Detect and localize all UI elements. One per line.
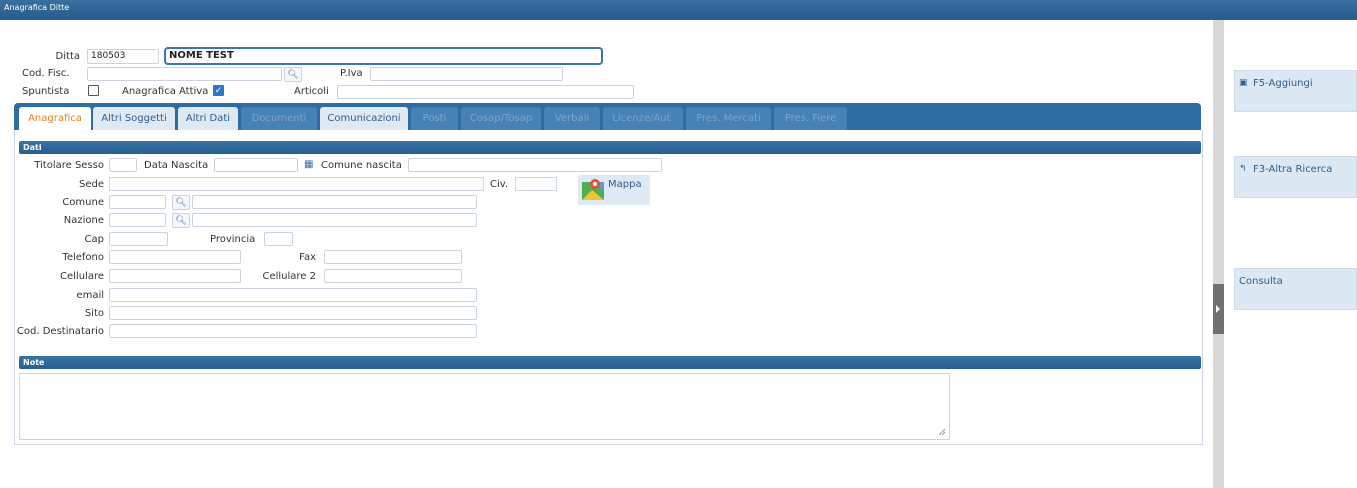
piva-field[interactable] (370, 67, 563, 81)
data-nascita-label: Data Nascita (144, 160, 209, 171)
dati-section-title: Dati (23, 143, 42, 152)
piva-label: P.Iva (340, 68, 363, 79)
tab-licenze-aut[interactable]: Licenze/Aut. (603, 107, 683, 130)
tab-comunicazioni[interactable]: Comunicazioni (320, 107, 408, 130)
dati-section-header: Dati (19, 141, 1201, 154)
spuntista-checkbox[interactable] (88, 85, 99, 96)
ditta-label: Ditta (55, 51, 80, 62)
tab-posti[interactable]: Posti (411, 107, 458, 130)
cellulare2-field[interactable] (324, 269, 462, 283)
sede-field[interactable] (109, 177, 484, 191)
codfisc-field[interactable] (87, 67, 282, 81)
comune-label: Comune (62, 197, 104, 208)
calendar-icon[interactable]: ▦ (304, 159, 315, 170)
note-section-title: Note (23, 358, 45, 367)
comune-name-field[interactable] (192, 195, 477, 209)
sito-field[interactable] (109, 306, 477, 320)
mappa-label: Mappa (608, 179, 642, 190)
anagrafica-attiva-checkbox[interactable]: ✓ (213, 85, 224, 96)
tab-cosap-tosap[interactable]: Cosap/Tosap (461, 107, 541, 130)
tab-documenti[interactable]: Documenti (241, 107, 317, 130)
provincia-label: Provincia (210, 234, 256, 245)
ditta-code-field[interactable]: 180503 (87, 49, 159, 64)
civ-field[interactable] (515, 177, 557, 191)
cap-field[interactable] (109, 232, 168, 246)
altra-ricerca-label: F3-Altra Ricerca (1253, 164, 1333, 175)
cod-destinatario-label: Cod. Destinatario (16, 326, 104, 337)
sede-label: Sede (79, 179, 104, 190)
articoli-field[interactable] (337, 85, 634, 99)
articoli-label: Articoli (294, 86, 329, 97)
consulta-button[interactable]: Consulta (1234, 268, 1357, 310)
sidebar-collapse-toggle[interactable] (1213, 284, 1224, 334)
nazione-label: Nazione (63, 215, 104, 226)
panel-divider (1213, 20, 1224, 488)
tab-pres-mercati[interactable]: Pres. Mercati (686, 107, 771, 130)
note-section-header: Note (19, 356, 1201, 369)
ditta-name-field[interactable]: NOME TEST (164, 47, 603, 65)
data-nascita-field[interactable] (214, 158, 298, 172)
fax-field[interactable] (324, 250, 462, 264)
tab-altri-soggetti[interactable]: Altri Soggetti (93, 107, 175, 130)
provincia-field[interactable] (264, 232, 293, 246)
search-icon: 🔍︎ (175, 197, 187, 208)
anagrafica-attiva-label: Anagrafica Attiva (122, 86, 209, 97)
email-field[interactable] (109, 288, 477, 302)
spuntista-label: Spuntista (22, 86, 70, 97)
nazione-search-button[interactable]: 🔍︎ (172, 213, 190, 228)
tab-pres-fiere[interactable]: Pres. Fiere (774, 107, 847, 130)
comune-search-button[interactable]: 🔍︎ (172, 195, 190, 210)
tab-altri-dati[interactable]: Altri Dati (178, 107, 238, 130)
cellulare-field[interactable] (109, 269, 241, 283)
window-title: Anagrafica Ditte (4, 3, 70, 12)
aggiungi-label: F5-Aggiungi (1253, 78, 1313, 89)
tab-anagrafica[interactable]: Anagrafica (19, 107, 91, 130)
save-icon: ▣ (1239, 78, 1248, 88)
sito-label: Sito (84, 308, 104, 319)
consulta-label: Consulta (1239, 276, 1283, 287)
cod-destinatario-field[interactable] (109, 324, 477, 338)
search-icon: 🔍︎ (175, 215, 187, 226)
nazione-code-field[interactable] (109, 213, 166, 227)
back-arrow-icon: ↰ (1239, 164, 1247, 174)
comune-code-field[interactable] (109, 195, 166, 209)
search-icon: 🔍︎ (287, 69, 299, 80)
cap-label: Cap (84, 234, 104, 245)
altra-ricerca-button[interactable]: ↰ F3-Altra Ricerca (1234, 156, 1357, 198)
cellulare2-label: Cellulare 2 (262, 271, 316, 282)
titolare-sesso-label: Titolare Sesso (34, 160, 104, 171)
tab-verbali[interactable]: Verbali (544, 107, 600, 130)
civ-label: Civ. (490, 179, 509, 190)
telefono-label: Telefono (62, 252, 104, 263)
note-textarea[interactable] (19, 373, 950, 440)
titolare-sesso-field[interactable] (109, 158, 137, 172)
comune-nascita-field[interactable] (408, 158, 662, 172)
comune-nascita-label: Comune nascita (321, 160, 402, 171)
map-icon (582, 179, 604, 200)
aggiungi-button[interactable]: ▣ F5-Aggiungi (1234, 70, 1357, 112)
resize-handle-icon[interactable] (938, 428, 946, 436)
nazione-name-field[interactable] (192, 213, 477, 227)
codfisc-label: Cod. Fisc. (22, 68, 70, 79)
email-label: email (76, 290, 104, 301)
cellulare-label: Cellulare (60, 271, 104, 282)
codfisc-search-button[interactable]: 🔍︎ (284, 67, 302, 82)
mappa-button[interactable]: Mappa (578, 175, 650, 205)
window-titlebar: Anagrafica Ditte (0, 0, 1357, 20)
fax-label: Fax (299, 252, 316, 263)
telefono-field[interactable] (109, 250, 241, 264)
